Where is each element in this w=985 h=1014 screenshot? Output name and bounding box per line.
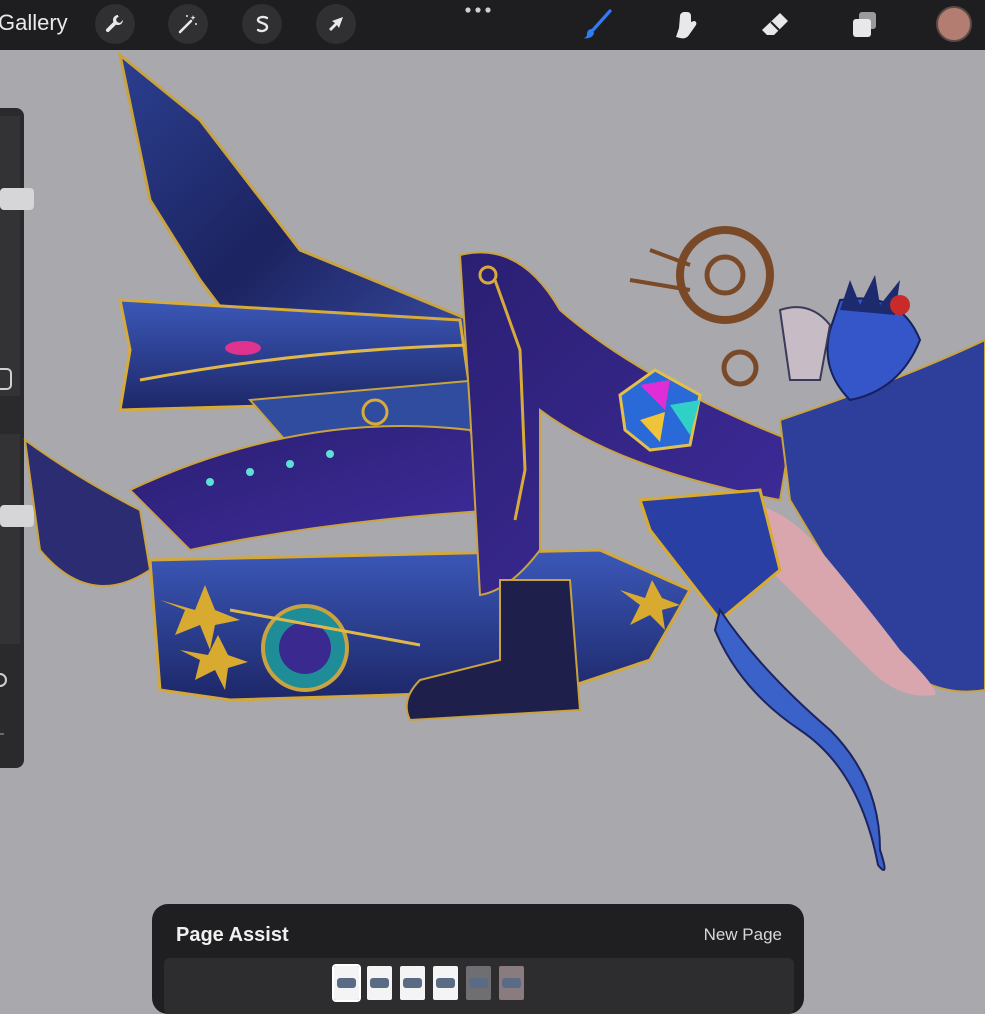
selection-button[interactable] — [242, 4, 282, 44]
head-and-clockwork — [629, 226, 922, 402]
page-thumbnail[interactable] — [332, 964, 361, 1002]
page-thumbnail[interactable] — [367, 966, 392, 1000]
new-page-button[interactable]: New Page — [704, 925, 782, 945]
page-thumbnail-strip — [164, 958, 794, 1014]
page-thumbnail[interactable] — [433, 966, 458, 1000]
paint-tool-button[interactable] — [578, 6, 616, 44]
page-thumbnail-preview — [436, 978, 455, 988]
wrench-icon — [105, 14, 124, 33]
page-thumbnail[interactable] — [499, 966, 524, 1000]
transform-button[interactable] — [316, 4, 356, 44]
page-thumbnail-preview — [337, 978, 356, 988]
page-assist-title: Page Assist — [176, 924, 289, 946]
layers-button[interactable] — [845, 6, 883, 44]
eraser-icon — [762, 13, 788, 35]
top-toolbar: Gallery — [0, 0, 985, 50]
page-thumbnail-preview — [370, 978, 389, 988]
smudge-icon — [676, 12, 697, 39]
more-options-icon[interactable] — [462, 4, 494, 16]
page-thumbnail-preview — [502, 978, 521, 988]
actions-button[interactable] — [95, 4, 135, 44]
long-coat — [148, 548, 693, 702]
canvas-artwork[interactable] — [0, 50, 985, 900]
magic-wand-icon — [178, 15, 197, 34]
gallery-button[interactable]: Gallery — [0, 10, 68, 36]
brush-icon — [583, 9, 612, 39]
page-assist-panel: Page Assist New Page — [152, 904, 804, 1014]
page-thumbnail[interactable] — [400, 966, 425, 1000]
page-thumbnail-preview — [403, 978, 422, 988]
layers-icon — [853, 12, 876, 37]
erase-tool-button[interactable] — [756, 6, 794, 44]
arrow-cursor-icon — [329, 17, 343, 31]
page-thumbnails — [332, 964, 524, 1002]
coat-tails — [117, 51, 502, 482]
adjustments-button[interactable] — [168, 4, 208, 44]
page-thumbnail[interactable] — [466, 966, 491, 1000]
page-thumbnail-preview — [469, 978, 488, 988]
smudge-tool-button[interactable] — [666, 6, 704, 44]
selection-icon — [256, 15, 269, 33]
color-picker-button[interactable] — [936, 6, 972, 42]
